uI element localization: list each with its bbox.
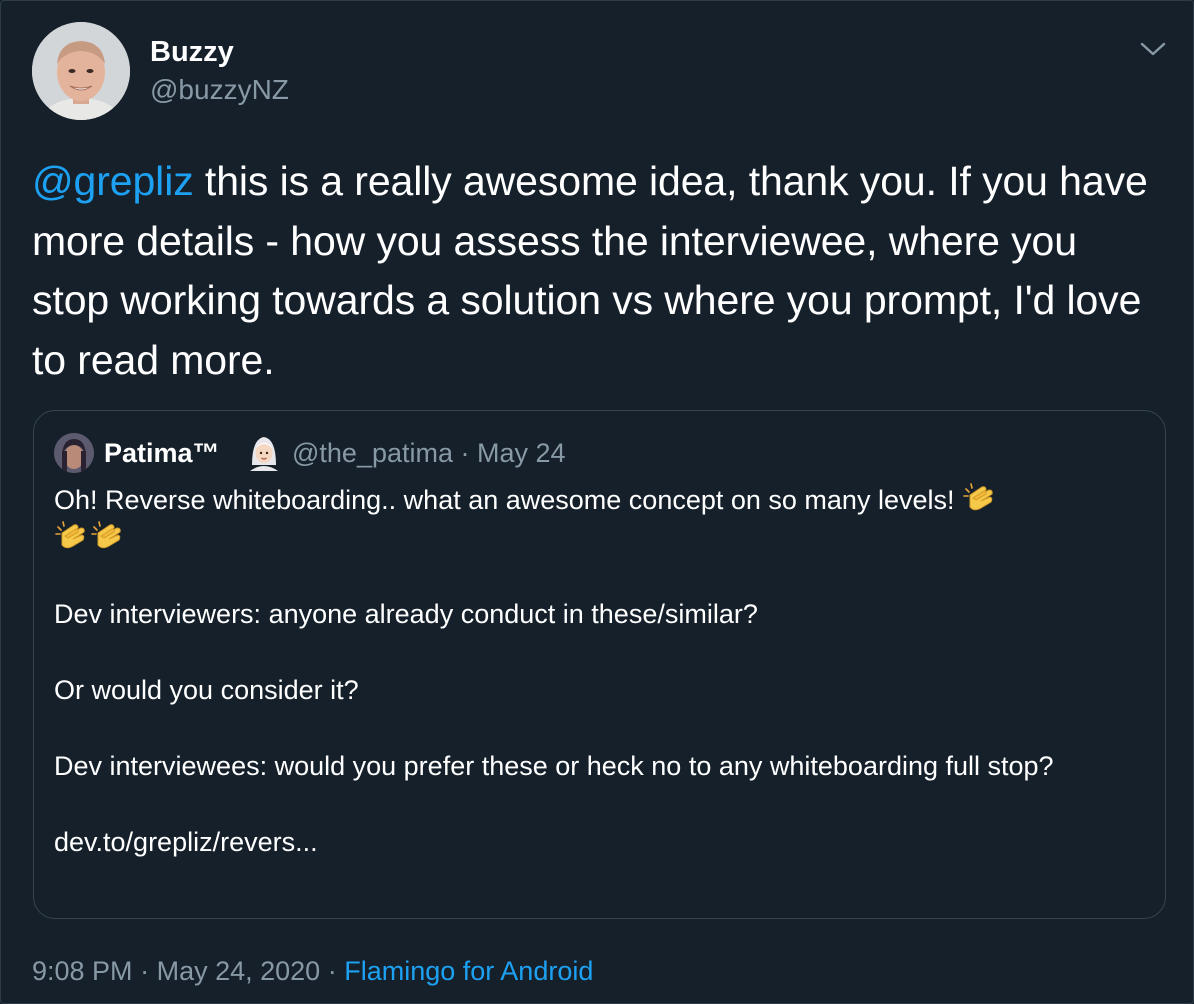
woman-with-headscarf-emoji-icon — [246, 431, 282, 471]
meta-separator: · — [460, 438, 470, 468]
quoted-text-line: Oh! Reverse whiteboarding.. what an awes… — [54, 481, 1134, 557]
quoted-text-line-3: Or would you consider it? — [54, 675, 359, 705]
quoted-author-avatar[interactable] — [54, 433, 94, 473]
quoted-text-line-4: Dev interviewees: would you prefer these… — [54, 751, 1054, 781]
quoted-tweet-link[interactable]: dev.to/grepliz/revers... — [54, 823, 1134, 861]
tweet-text: @grepliz this is a really awesome idea, … — [32, 152, 1162, 390]
chevron-down-icon[interactable] — [1136, 32, 1170, 66]
quoted-tweet-text: Oh! Reverse whiteboarding.. what an awes… — [54, 481, 1134, 861]
author-display-name[interactable]: Buzzy — [150, 34, 234, 70]
tweet-date[interactable]: May 24, 2020 — [157, 956, 321, 986]
tweet-body-text: this is a really awesome idea, thank you… — [32, 158, 1148, 383]
tweet-time[interactable]: 9:08 PM — [32, 956, 133, 986]
footer-separator: · — [327, 956, 337, 986]
quoted-author-handle[interactable]: @the_patima — [292, 438, 453, 468]
tweet-footer: 9:08 PM · May 24, 2020 · Flamingo for An… — [32, 952, 593, 990]
quoted-text-line-1: Oh! Reverse whiteboarding.. what an awes… — [54, 485, 955, 515]
quoted-tweet-meta: @the_patima · May 24 — [292, 435, 566, 471]
quoted-author-display-name[interactable]: Patima™ — [104, 435, 220, 471]
mention-link[interactable]: @grepliz — [32, 158, 194, 204]
tweet-source-link[interactable]: Flamingo for Android — [344, 956, 593, 986]
author-avatar-photo — [32, 22, 130, 120]
quoted-tweet[interactable]: Patima™ @the_patima · May 24 Oh! Reverse… — [33, 410, 1166, 919]
clapping-hands-icon — [54, 519, 90, 555]
author-avatar[interactable] — [32, 22, 130, 120]
author-handle[interactable]: @buzzyNZ — [150, 72, 289, 108]
quoted-text-line-2: Dev interviewers: anyone already conduct… — [54, 599, 758, 629]
clapping-hands-icon — [90, 519, 126, 555]
clapping-hands-icon — [962, 481, 998, 517]
quoted-tweet-date[interactable]: May 24 — [477, 438, 566, 468]
quoted-author-avatar-photo — [54, 433, 94, 473]
footer-separator: · — [140, 956, 150, 986]
